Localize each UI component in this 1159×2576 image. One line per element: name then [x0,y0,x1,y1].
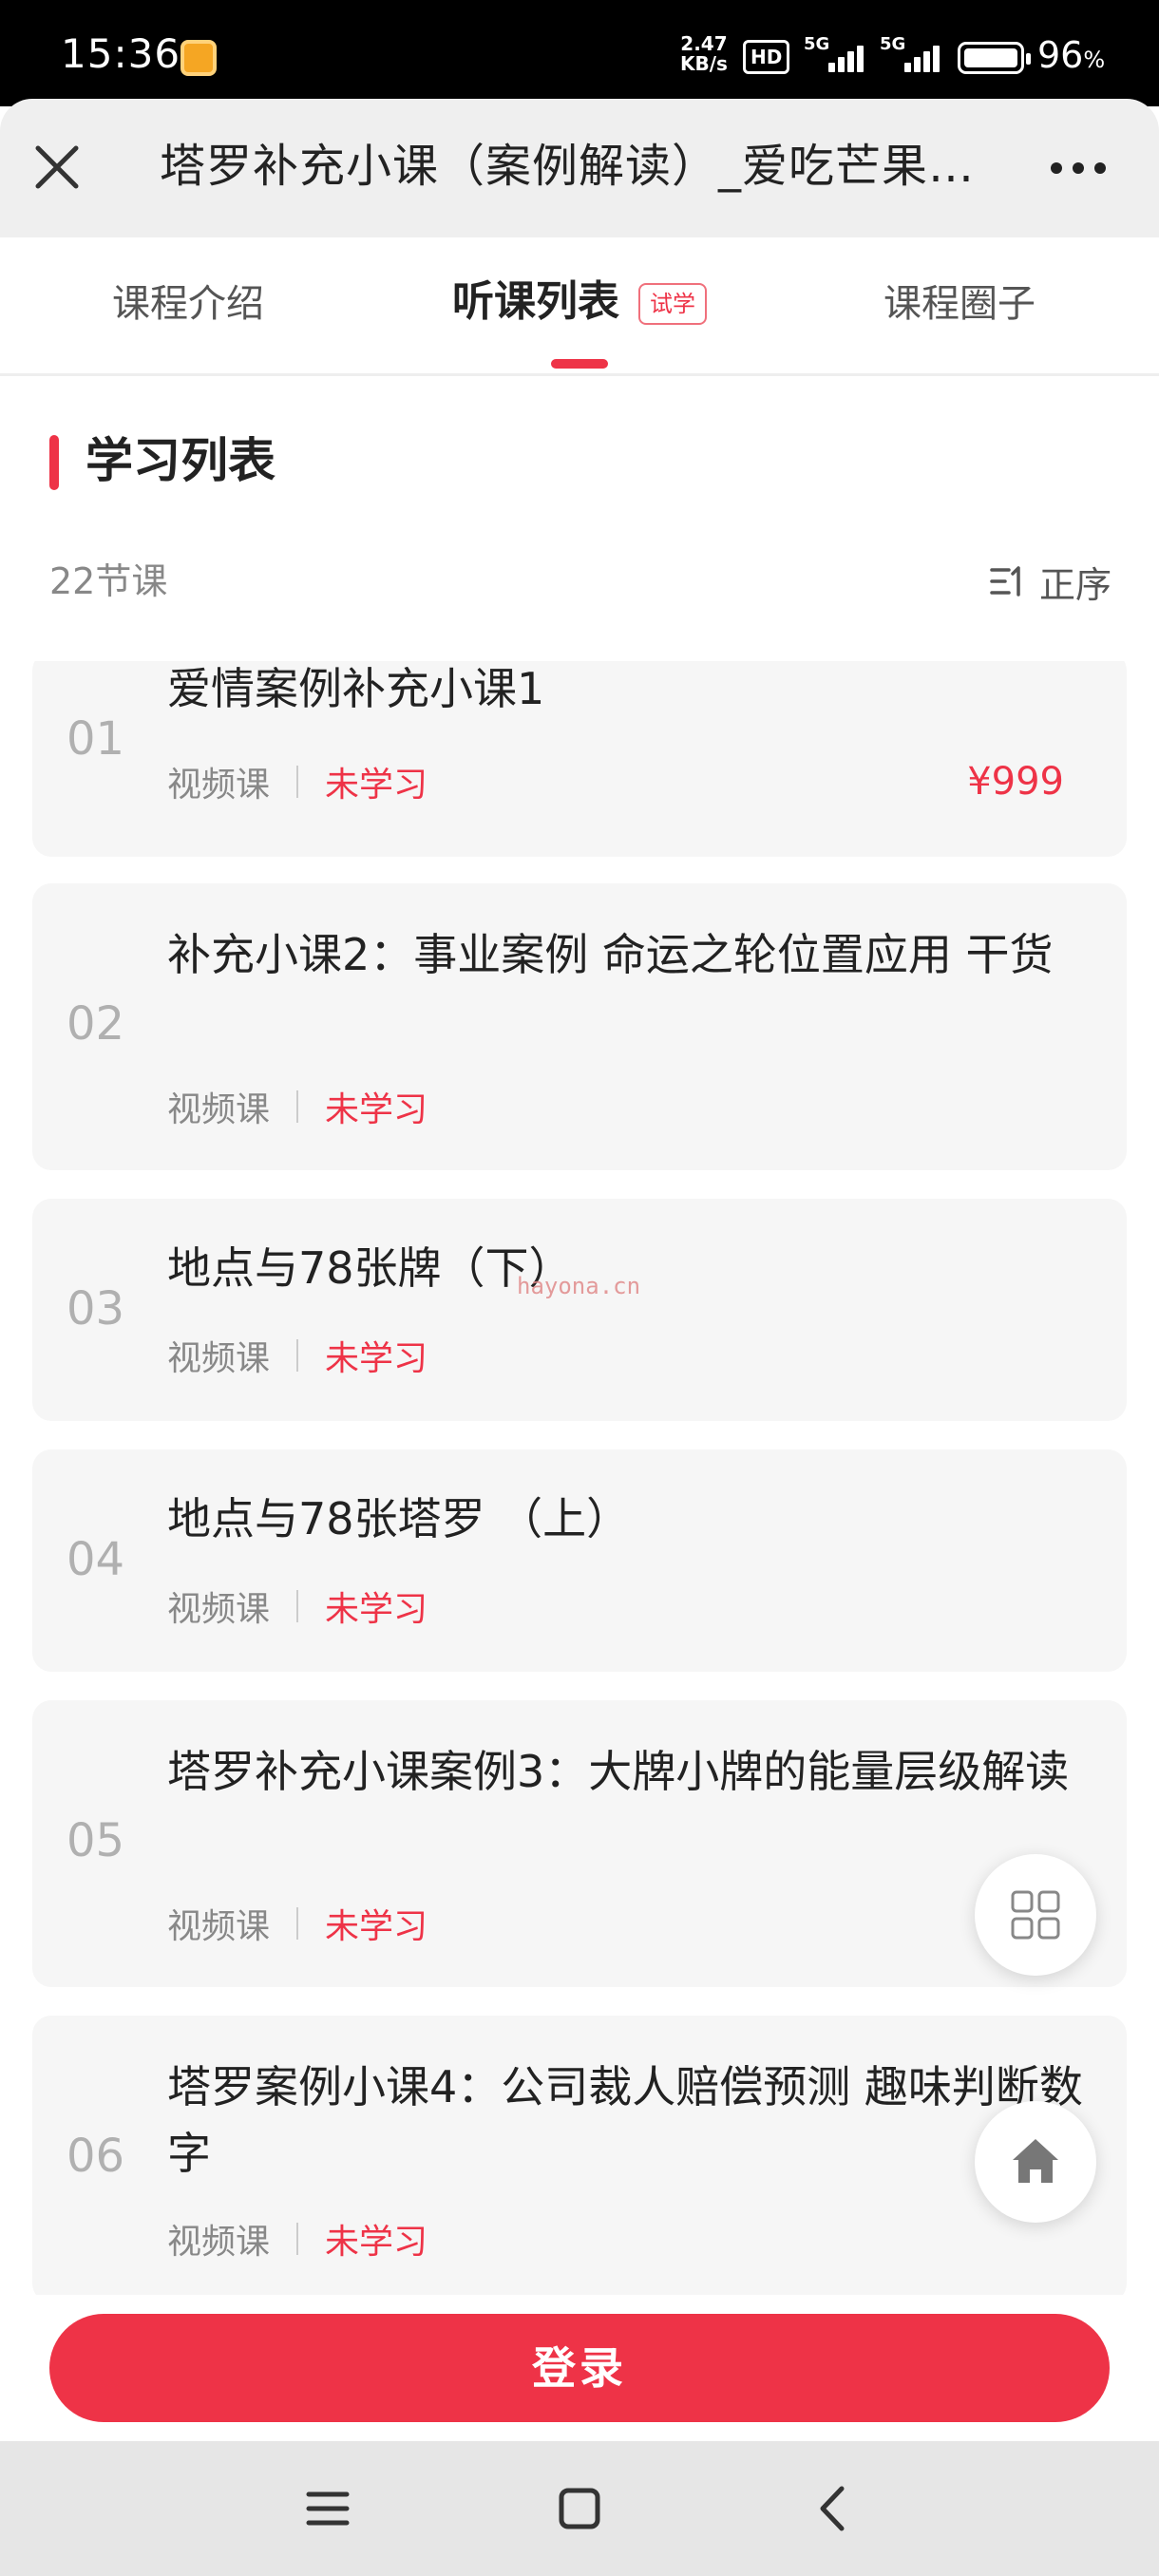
close-icon[interactable] [30,141,84,194]
lesson-title: 补充小课2：事业案例 命运之轮位置应用 干货 [167,929,1054,980]
section-accent-bar [49,435,59,490]
lesson-number: 05 [66,1814,125,1867]
lesson-title: 塔罗案例小课4：公司裁人赔偿预测 趣味判断数字 [167,2061,1083,2179]
meta-divider [296,2223,299,2255]
sort-button[interactable]: 正序 [988,557,1112,606]
lesson-number: 03 [66,1282,125,1335]
status-bar: 15:36 2.47 KB/s HD 5G 5G 96% [0,0,1159,106]
tab-bar: 课程介绍 听课列表 试学 课程圈子 [0,237,1159,376]
lesson-title: 爱情案例补充小课1 [167,663,545,714]
meta-divider [296,1590,299,1622]
lesson-number: 04 [66,1533,125,1586]
home-button[interactable] [975,2101,1096,2223]
lesson-title: 地点与78张塔罗 （上） [167,1493,631,1544]
signal-label-1: 5G [804,34,830,54]
lesson-card[interactable]: 05 塔罗补充小课案例3：大牌小牌的能量层级解读 视频课 未学习 [32,1700,1127,1987]
lesson-meta: 视频课 未学习 [167,2215,428,2263]
lesson-number: 02 [66,997,125,1051]
grid-menu-button[interactable] [975,1854,1096,1976]
lesson-number: 06 [66,2130,125,2183]
page-title: 塔罗补充小课（案例解读）_爱吃芒果的塔罗师 [160,140,996,193]
signal-label-2: 5G [880,34,906,54]
lesson-meta: 视频课 未学习 [167,1900,428,1947]
lesson-count: 22节课 [49,560,168,602]
lesson-meta: 视频课 未学习 [167,758,428,805]
lesson-meta: 视频课 未学习 [167,1332,428,1379]
system-nav-bar [0,2441,1159,2576]
lesson-list: 01 爱情案例补充小课1 视频课 未学习 ¥999 02 补充小课2：事业案例 … [0,661,1159,2295]
tab-course-circle[interactable]: 课程圈子 [884,275,1036,332]
trial-badge: 试学 [638,283,707,325]
notification-app-icon [180,40,217,76]
square-icon[interactable] [546,2475,613,2542]
section-title: 学习列表 [86,433,276,488]
menu-icon[interactable] [294,2475,361,2542]
tab-course-intro[interactable]: 课程介绍 [112,275,264,332]
network-speed-value: 2.47 [680,32,728,55]
lesson-status: 未学习 [325,1907,428,1946]
lesson-status: 未学习 [325,766,428,805]
lesson-type: 视频课 [167,1339,271,1378]
sort-label: 正序 [1038,563,1112,606]
hd-voice-icon: HD [743,40,790,74]
status-time: 15:36 [61,30,181,77]
lesson-type: 视频课 [167,2223,271,2262]
battery-icon [958,42,1031,74]
lesson-status: 未学习 [325,2223,428,2262]
network-speed: 2.47 KB/s [680,34,728,74]
lesson-status: 未学习 [325,1090,428,1129]
lesson-card[interactable]: 02 补充小课2：事业案例 命运之轮位置应用 干货 视频课 未学习 [32,883,1127,1170]
more-icon[interactable] [1045,144,1112,192]
lesson-status: 未学习 [325,1339,428,1378]
back-icon[interactable] [800,2475,866,2542]
lesson-price: ¥999 [967,760,1064,804]
signal-icon-2: 5G [880,34,946,76]
lesson-card[interactable]: 01 爱情案例补充小课1 视频课 未学习 ¥999 [32,661,1127,857]
lesson-card[interactable]: 03 地点与78张牌（下） 视频课 未学习 [32,1199,1127,1421]
lesson-type: 视频课 [167,1907,271,1946]
lesson-type: 视频课 [167,1090,271,1129]
title-bar: 塔罗补充小课（案例解读）_爱吃芒果的塔罗师 [0,99,1159,237]
lesson-meta: 视频课 未学习 [167,1582,428,1630]
tab-lesson-list[interactable]: 听课列表 [452,274,619,331]
watermark: hayona.cn [517,1273,641,1299]
lesson-type: 视频课 [167,766,271,805]
lesson-card[interactable]: 04 地点与78张塔罗 （上） 视频课 未学习 [32,1449,1127,1672]
meta-divider [296,1907,299,1940]
lesson-title: 塔罗补充小课案例3：大牌小牌的能量层级解读 [167,1746,1070,1797]
active-tab-indicator [551,359,608,369]
lesson-card[interactable]: 06 塔罗案例小课4：公司裁人赔偿预测 趣味判断数字 视频课 未学习 [32,2016,1127,2295]
battery-percent: 96% [1037,34,1106,76]
lesson-number: 01 [66,712,125,766]
login-button[interactable]: 登录 [49,2314,1110,2422]
sort-icon [988,562,1026,600]
lesson-type: 视频课 [167,1590,271,1629]
lesson-status: 未学习 [325,1590,428,1629]
signal-icon-1: 5G [804,34,870,76]
meta-divider [296,766,299,798]
grid-icon [1011,1890,1060,1940]
meta-divider [296,1339,299,1372]
meta-divider [296,1090,299,1123]
home-icon [1013,2139,1058,2183]
network-speed-unit: KB/s [680,52,728,75]
lesson-meta: 视频课 未学习 [167,1083,428,1130]
